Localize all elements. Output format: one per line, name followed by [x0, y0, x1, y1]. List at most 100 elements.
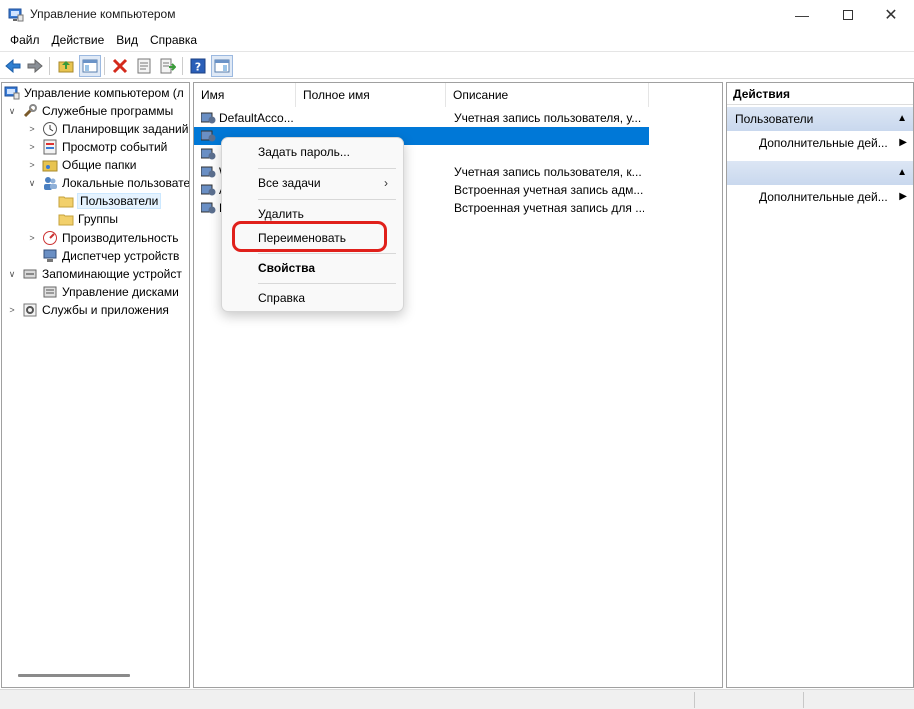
help-icon: ? [190, 58, 206, 74]
more-actions-link[interactable]: Дополнительные дей... ▶ [759, 133, 909, 153]
menu-item-rename[interactable]: Переименовать [226, 226, 400, 250]
collapse-up-icon[interactable]: ▲ [897, 161, 907, 185]
up-folder-icon [58, 61, 74, 73]
export-list-icon [160, 58, 176, 74]
tree-item-shared-folders[interactable]: > Общие папки [26, 156, 136, 174]
user-icon [201, 202, 216, 214]
tree-item-local-users[interactable]: ∨ Локальные пользовате [26, 174, 189, 192]
clock-icon [43, 122, 57, 136]
chevron-right-icon: › [384, 176, 388, 190]
tree-item-users[interactable]: Пользователи [58, 192, 162, 210]
users-icon [44, 177, 57, 190]
user-icon [201, 148, 216, 160]
tree-root[interactable]: Управление компьютером (л [4, 84, 184, 102]
user-icon [201, 166, 216, 178]
collapse-up-icon[interactable]: ▲ [897, 107, 907, 131]
user-icon [201, 112, 216, 124]
submenu-arrow-icon: ▶ [899, 137, 907, 148]
column-header-name[interactable]: Имя [194, 83, 296, 107]
menu-action[interactable]: Действие [46, 30, 111, 50]
disk-icon [43, 286, 57, 298]
close-button[interactable]: ✕ [868, 0, 914, 30]
event-viewer-icon [43, 139, 57, 155]
tree-item-system-tools[interactable]: ∨ Служебные программы [6, 102, 173, 120]
services-icon [23, 303, 37, 317]
menu-item-set-password[interactable]: Задать пароль... [226, 140, 400, 164]
folder-icon [58, 214, 74, 226]
storage-icon [23, 269, 37, 279]
actions-section-label: Пользователи [735, 112, 814, 126]
user-icon [201, 130, 216, 142]
context-menu: Задать пароль... Все задачи › Удалить Пе… [221, 137, 404, 312]
chevron-right-icon[interactable]: > [26, 159, 38, 171]
forward-button[interactable] [25, 56, 45, 76]
actions-pane: Действия Пользователи ▲ Дополнительные д… [726, 82, 914, 688]
minimize-button[interactable]: — [779, 0, 825, 30]
show-hide-action-pane-icon [214, 59, 230, 73]
show-hide-action-pane-button[interactable] [211, 55, 233, 77]
actions-section-selected[interactable]: ▲ [727, 161, 913, 185]
tree-item-services[interactable]: > Службы и приложения [6, 301, 169, 319]
tree-item-device-manager[interactable]: Диспетчер устройств [42, 247, 179, 265]
properties-icon [137, 58, 151, 74]
title-bar: Управление компьютером — ✕ [0, 0, 914, 30]
actions-section-users[interactable]: Пользователи ▲ [727, 107, 913, 131]
chevron-right-icon[interactable]: > [26, 123, 38, 135]
menu-item-help[interactable]: Справка [226, 286, 400, 310]
chevron-right-icon[interactable]: > [26, 141, 38, 153]
properties-button[interactable] [134, 56, 154, 76]
chevron-down-icon[interactable]: ∨ [26, 177, 38, 189]
close-icon: ✕ [884, 7, 898, 24]
folder-icon [58, 196, 74, 208]
horizontal-scrollbar[interactable] [18, 674, 130, 677]
menu-item-delete[interactable]: Удалить [226, 202, 400, 226]
computer-management-icon [4, 86, 20, 100]
column-header-full-name[interactable]: Полное имя [296, 83, 446, 107]
tree-item-task-scheduler[interactable]: > Планировщик заданий [26, 120, 188, 138]
minimize-icon: — [795, 7, 809, 23]
user-icon [201, 184, 216, 196]
delete-button[interactable] [110, 56, 130, 76]
menu-file[interactable]: Файл [4, 30, 46, 50]
menu-item-properties[interactable]: Свойства [226, 256, 400, 280]
maximize-icon [843, 10, 853, 20]
chevron-right-icon[interactable]: > [6, 304, 18, 316]
export-list-button[interactable] [158, 56, 178, 76]
actions-header: Действия [727, 83, 913, 105]
tools-icon [23, 104, 37, 118]
back-icon [5, 59, 21, 73]
maximize-button[interactable] [825, 0, 871, 30]
device-manager-icon [43, 249, 57, 262]
tree-item-disk-management[interactable]: Управление дисками [42, 283, 179, 301]
svg-text:?: ? [195, 61, 201, 74]
menu-view[interactable]: Вид [110, 30, 144, 50]
help-button[interactable]: ? [188, 56, 208, 76]
status-bar [0, 689, 914, 709]
shared-folder-icon [42, 160, 58, 172]
tree-item-groups[interactable]: Группы [58, 210, 118, 228]
window-title: Управление компьютером [30, 7, 176, 21]
menu-bar: Файл Действие Вид Справка [0, 30, 914, 50]
forward-icon [27, 59, 43, 73]
tree-item-event-viewer[interactable]: > Просмотр событий [26, 138, 167, 156]
more-actions-link[interactable]: Дополнительные дей... ▶ [759, 187, 909, 207]
back-button[interactable] [3, 56, 23, 76]
show-hide-tree-icon [82, 59, 98, 73]
show-hide-tree-button[interactable] [79, 55, 101, 77]
menu-item-all-tasks[interactable]: Все задачи › [226, 171, 400, 195]
tree-item-performance[interactable]: > Производительность [26, 229, 178, 247]
tree-root-label: Управление компьютером (л [24, 86, 184, 100]
tree-item-storage[interactable]: ∨ Запоминающие устройст [6, 265, 182, 283]
performance-icon [43, 231, 57, 245]
up-folder-button[interactable] [56, 56, 76, 76]
console-tree: Управление компьютером (л ∨ Служебные пр… [1, 82, 190, 688]
submenu-arrow-icon: ▶ [899, 191, 907, 202]
menu-help[interactable]: Справка [144, 30, 203, 50]
list-item[interactable]: DefaultAcco... Учетная запись пользовате… [194, 109, 649, 127]
chevron-down-icon[interactable]: ∨ [6, 268, 18, 280]
chevron-right-icon[interactable]: > [26, 232, 38, 244]
chevron-down-icon[interactable]: ∨ [6, 105, 18, 117]
column-header-description[interactable]: Описание [446, 83, 649, 107]
computer-management-icon [8, 8, 24, 22]
toolbar: ? [0, 51, 914, 79]
